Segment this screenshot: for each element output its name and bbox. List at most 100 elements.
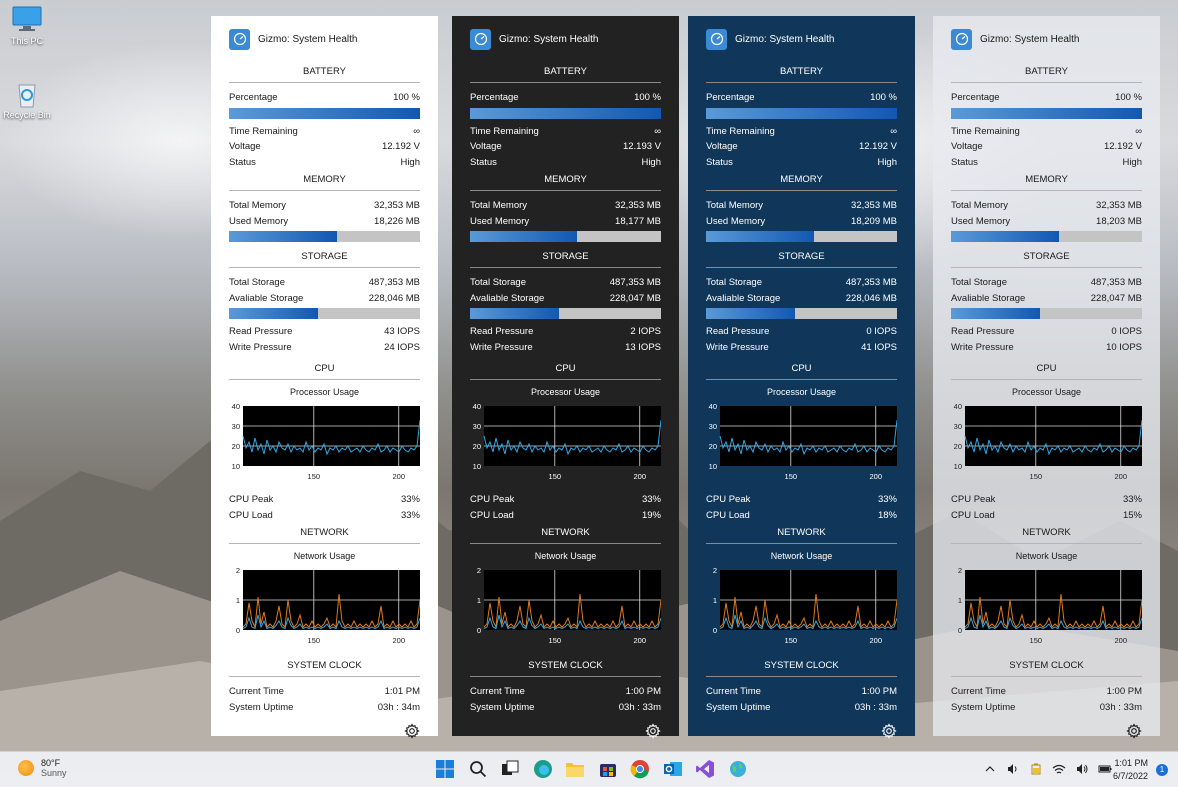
value: 228,046 MB xyxy=(845,292,897,304)
label: Avaliable Storage xyxy=(470,292,545,304)
value: 100 % xyxy=(393,92,420,104)
section-title-network: NETWORK xyxy=(777,527,826,538)
network-chart: 2 1 0 150 200 xyxy=(951,564,1142,652)
gear-icon[interactable] xyxy=(881,723,897,739)
chevron-up-icon[interactable] xyxy=(983,762,997,776)
label: Time Remaining xyxy=(951,125,1020,137)
chart-y-tick: 0 xyxy=(713,626,717,635)
desktop-icon-label: This PC xyxy=(10,36,43,46)
value: 1:00 PM xyxy=(625,686,661,698)
chart-plot-area xyxy=(243,406,420,466)
clock-uptime-row: System Uptime 03h : 33m xyxy=(706,700,897,716)
chart-x-tick: 150 xyxy=(785,472,798,481)
cpu-chart-title: Processor Usage xyxy=(289,387,360,397)
widget-title: Gizmo: System Health xyxy=(258,33,358,45)
cpu-load-row: CPU Load 15% xyxy=(951,508,1142,524)
chart-y-tick: 10 xyxy=(232,462,240,471)
storage-available-row: Avaliable Storage 228,047 MB xyxy=(951,291,1142,307)
label: Current Time xyxy=(470,686,525,698)
outlook-button[interactable] xyxy=(661,758,685,782)
chart-y-tick: 10 xyxy=(709,462,717,471)
battery-bar xyxy=(470,107,661,119)
system-tray xyxy=(974,762,1112,776)
memory-used-row: Used Memory 18,226 MB xyxy=(229,214,420,230)
value: 100 % xyxy=(634,92,661,104)
gizmo-app-button[interactable] xyxy=(726,758,750,782)
cpu-chart-svg: 40 30 20 10 150 200 xyxy=(954,402,1142,481)
section-title-clock: SYSTEM CLOCK xyxy=(287,660,362,671)
label: Current Time xyxy=(706,686,761,698)
battery-status-icon[interactable] xyxy=(1098,762,1112,776)
gear-icon[interactable] xyxy=(645,723,661,739)
divider xyxy=(470,543,661,544)
label: Write Pressure xyxy=(470,341,533,353)
wifi-icon[interactable] xyxy=(1052,762,1066,776)
gauge-icon xyxy=(706,28,727,50)
battery-icon[interactable] xyxy=(1029,762,1043,776)
notification-badge[interactable]: 1 xyxy=(1156,764,1168,776)
divider xyxy=(951,676,1142,677)
value: 0 IOPS xyxy=(866,326,897,338)
cpu-chart-svg: 40 30 20 10 150 200 xyxy=(232,402,420,481)
value: High xyxy=(400,156,420,168)
cpu-chart-svg: 40 30 20 10 150 200 xyxy=(473,402,661,481)
label: Status xyxy=(229,156,256,168)
divider xyxy=(470,190,661,191)
volume-icon[interactable] xyxy=(1075,762,1089,776)
label: Used Memory xyxy=(706,215,766,227)
label: Voltage xyxy=(706,141,738,153)
chart-y-tick: 40 xyxy=(709,402,717,411)
store-button[interactable] xyxy=(596,758,620,782)
search-button[interactable] xyxy=(466,758,490,782)
chrome-button[interactable] xyxy=(628,758,652,782)
visual-studio-button[interactable] xyxy=(693,758,717,782)
section-title-storage: STORAGE xyxy=(301,251,348,262)
value: ∞ xyxy=(1135,125,1142,137)
chrome-icon xyxy=(630,759,650,781)
value: 0 IOPS xyxy=(1111,326,1142,338)
start-button[interactable] xyxy=(433,758,457,782)
weather-widget[interactable]: 80°F Sunny xyxy=(18,758,67,778)
desktop-icon-recycle-bin[interactable]: Recycle Bin xyxy=(0,80,57,120)
file-explorer-button[interactable] xyxy=(563,758,587,782)
value: 487,353 MB xyxy=(368,277,420,289)
desktop-icon-this-pc[interactable]: This PC xyxy=(0,6,57,46)
gear-icon[interactable] xyxy=(404,723,420,739)
divider xyxy=(951,379,1142,380)
speaker-icon[interactable] xyxy=(1006,762,1020,776)
storage-read-row: Read Pressure 2 IOPS xyxy=(470,324,661,340)
settings-row xyxy=(470,715,661,742)
edge-icon xyxy=(533,759,553,781)
battery-status-row: Status High xyxy=(706,155,897,171)
memory-total-row: Total Memory 32,353 MB xyxy=(706,198,897,214)
memory-total-row: Total Memory 32,353 MB xyxy=(951,198,1142,214)
label: CPU Load xyxy=(229,509,273,521)
chart-y-tick: 2 xyxy=(477,566,481,575)
storage-write-row: Write Pressure 13 IOPS xyxy=(470,340,661,356)
battery-bar-fill xyxy=(229,107,420,119)
battery-time-row: Time Remaining ∞ xyxy=(229,124,420,140)
storage-total-row: Total Storage 487,353 MB xyxy=(470,275,661,291)
battery-voltage-row: Voltage 12.193 V xyxy=(470,139,661,155)
network-chart-svg: 2 1 0 150 200 xyxy=(236,566,420,645)
clock-time-row: Current Time 1:00 PM xyxy=(470,684,661,700)
divider xyxy=(229,543,420,544)
label: Time Remaining xyxy=(706,125,775,137)
gauge-icon xyxy=(951,28,972,50)
storage-bar-fill xyxy=(706,308,796,319)
value: 1:00 PM xyxy=(1106,686,1142,698)
label: Current Time xyxy=(951,686,1006,698)
value: High xyxy=(641,156,661,168)
settings-row xyxy=(706,715,897,742)
edge-button[interactable] xyxy=(531,758,555,782)
taskbar-clock[interactable]: 1:01 PM 6/7/2022 xyxy=(1113,757,1148,783)
gear-icon[interactable] xyxy=(1126,723,1142,739)
taskbar-apps xyxy=(433,758,758,782)
value: 43 IOPS xyxy=(384,326,420,338)
chart-y-tick: 10 xyxy=(473,462,481,471)
chart-y-tick: 40 xyxy=(473,402,481,411)
battery-voltage-row: Voltage 12.192 V xyxy=(951,139,1142,155)
section-title-cpu: CPU xyxy=(1036,363,1057,374)
task-view-button[interactable] xyxy=(498,758,522,782)
divider xyxy=(706,676,897,677)
